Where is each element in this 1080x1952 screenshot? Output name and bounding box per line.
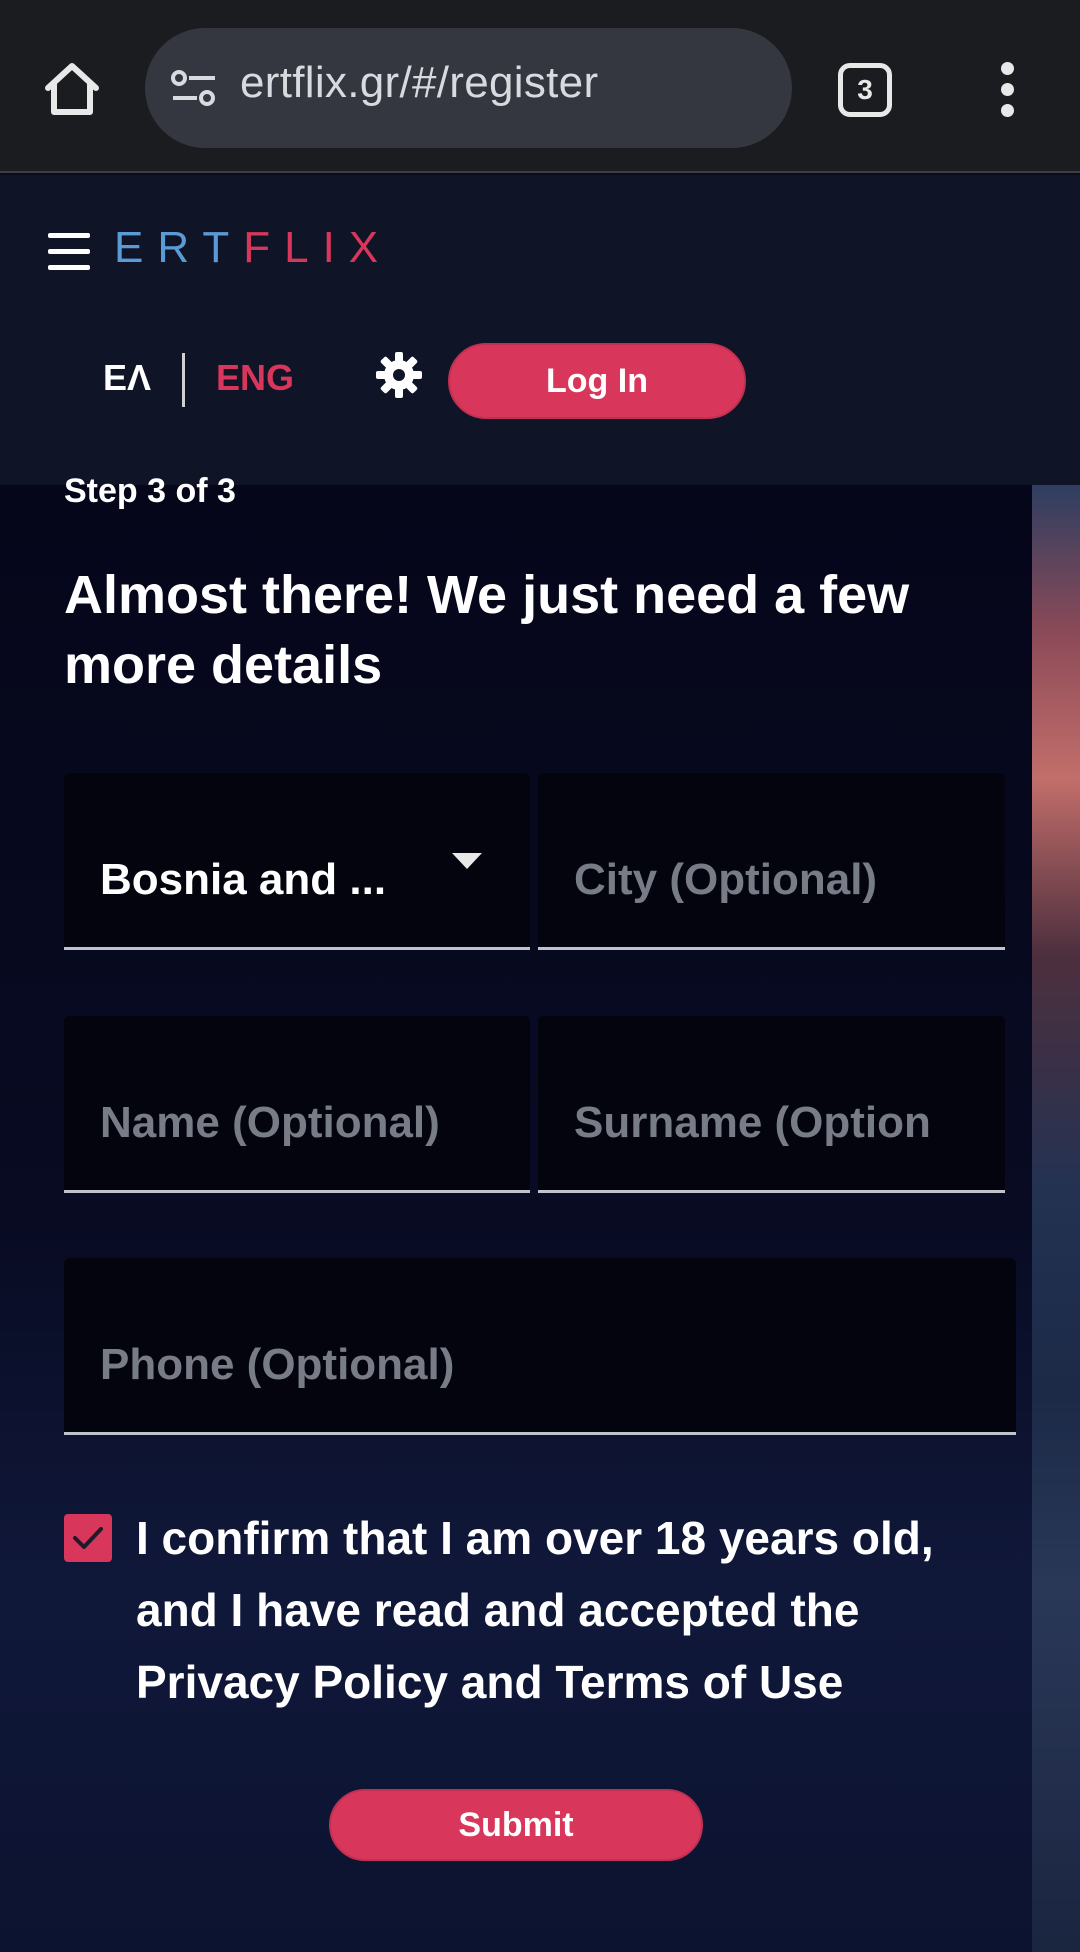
address-bar[interactable]: ertflix.gr/#/register (145, 28, 792, 148)
site-header: ERTFLIX ΕΛ ENG Log In (0, 175, 1080, 485)
city-field[interactable]: City (Optional) (538, 773, 1005, 950)
language-english-link[interactable]: ENG (216, 357, 294, 399)
browser-toolbar: ertflix.gr/#/register 3 (0, 0, 1080, 173)
phone-placeholder: Phone (Optional) (100, 1340, 455, 1389)
step-indicator: Step 3 of 3 (64, 472, 236, 510)
hamburger-menu-icon[interactable] (48, 233, 90, 270)
submit-button[interactable]: Submit (329, 1789, 703, 1861)
gear-icon[interactable] (374, 350, 424, 400)
age-terms-checkbox[interactable] (64, 1514, 112, 1562)
language-divider (182, 353, 185, 407)
checkmark-icon (73, 1527, 103, 1549)
name-placeholder: Name (Optional) (100, 1098, 440, 1147)
age-terms-label[interactable]: I confirm that I am over 18 years old, a… (136, 1502, 1016, 1718)
form-background (0, 485, 1032, 1952)
tab-switcher-button[interactable]: 3 (838, 63, 892, 117)
chevron-down-icon (452, 853, 482, 869)
phone-field[interactable]: Phone (Optional) (64, 1258, 1016, 1435)
home-icon[interactable] (40, 58, 104, 122)
surname-placeholder: Surname (Option (574, 1098, 931, 1147)
url-text: ertflix.gr/#/register (240, 58, 599, 107)
login-button[interactable]: Log In (448, 343, 746, 419)
site-settings-icon[interactable] (169, 64, 219, 114)
browser-menu-icon[interactable] (995, 62, 1019, 118)
surname-field[interactable]: Surname (Option (538, 1016, 1005, 1193)
city-placeholder: City (Optional) (574, 855, 878, 904)
name-field[interactable]: Name (Optional) (64, 1016, 530, 1193)
country-select[interactable]: Bosnia and ... (64, 773, 530, 950)
ertflix-logo[interactable]: ERTFLIX (114, 223, 392, 273)
promo-artwork (1032, 485, 1080, 1952)
language-greek-link[interactable]: ΕΛ (103, 357, 151, 399)
page-title: Almost there! We just need a few more de… (64, 565, 910, 695)
country-value: Bosnia and ... (100, 855, 387, 904)
